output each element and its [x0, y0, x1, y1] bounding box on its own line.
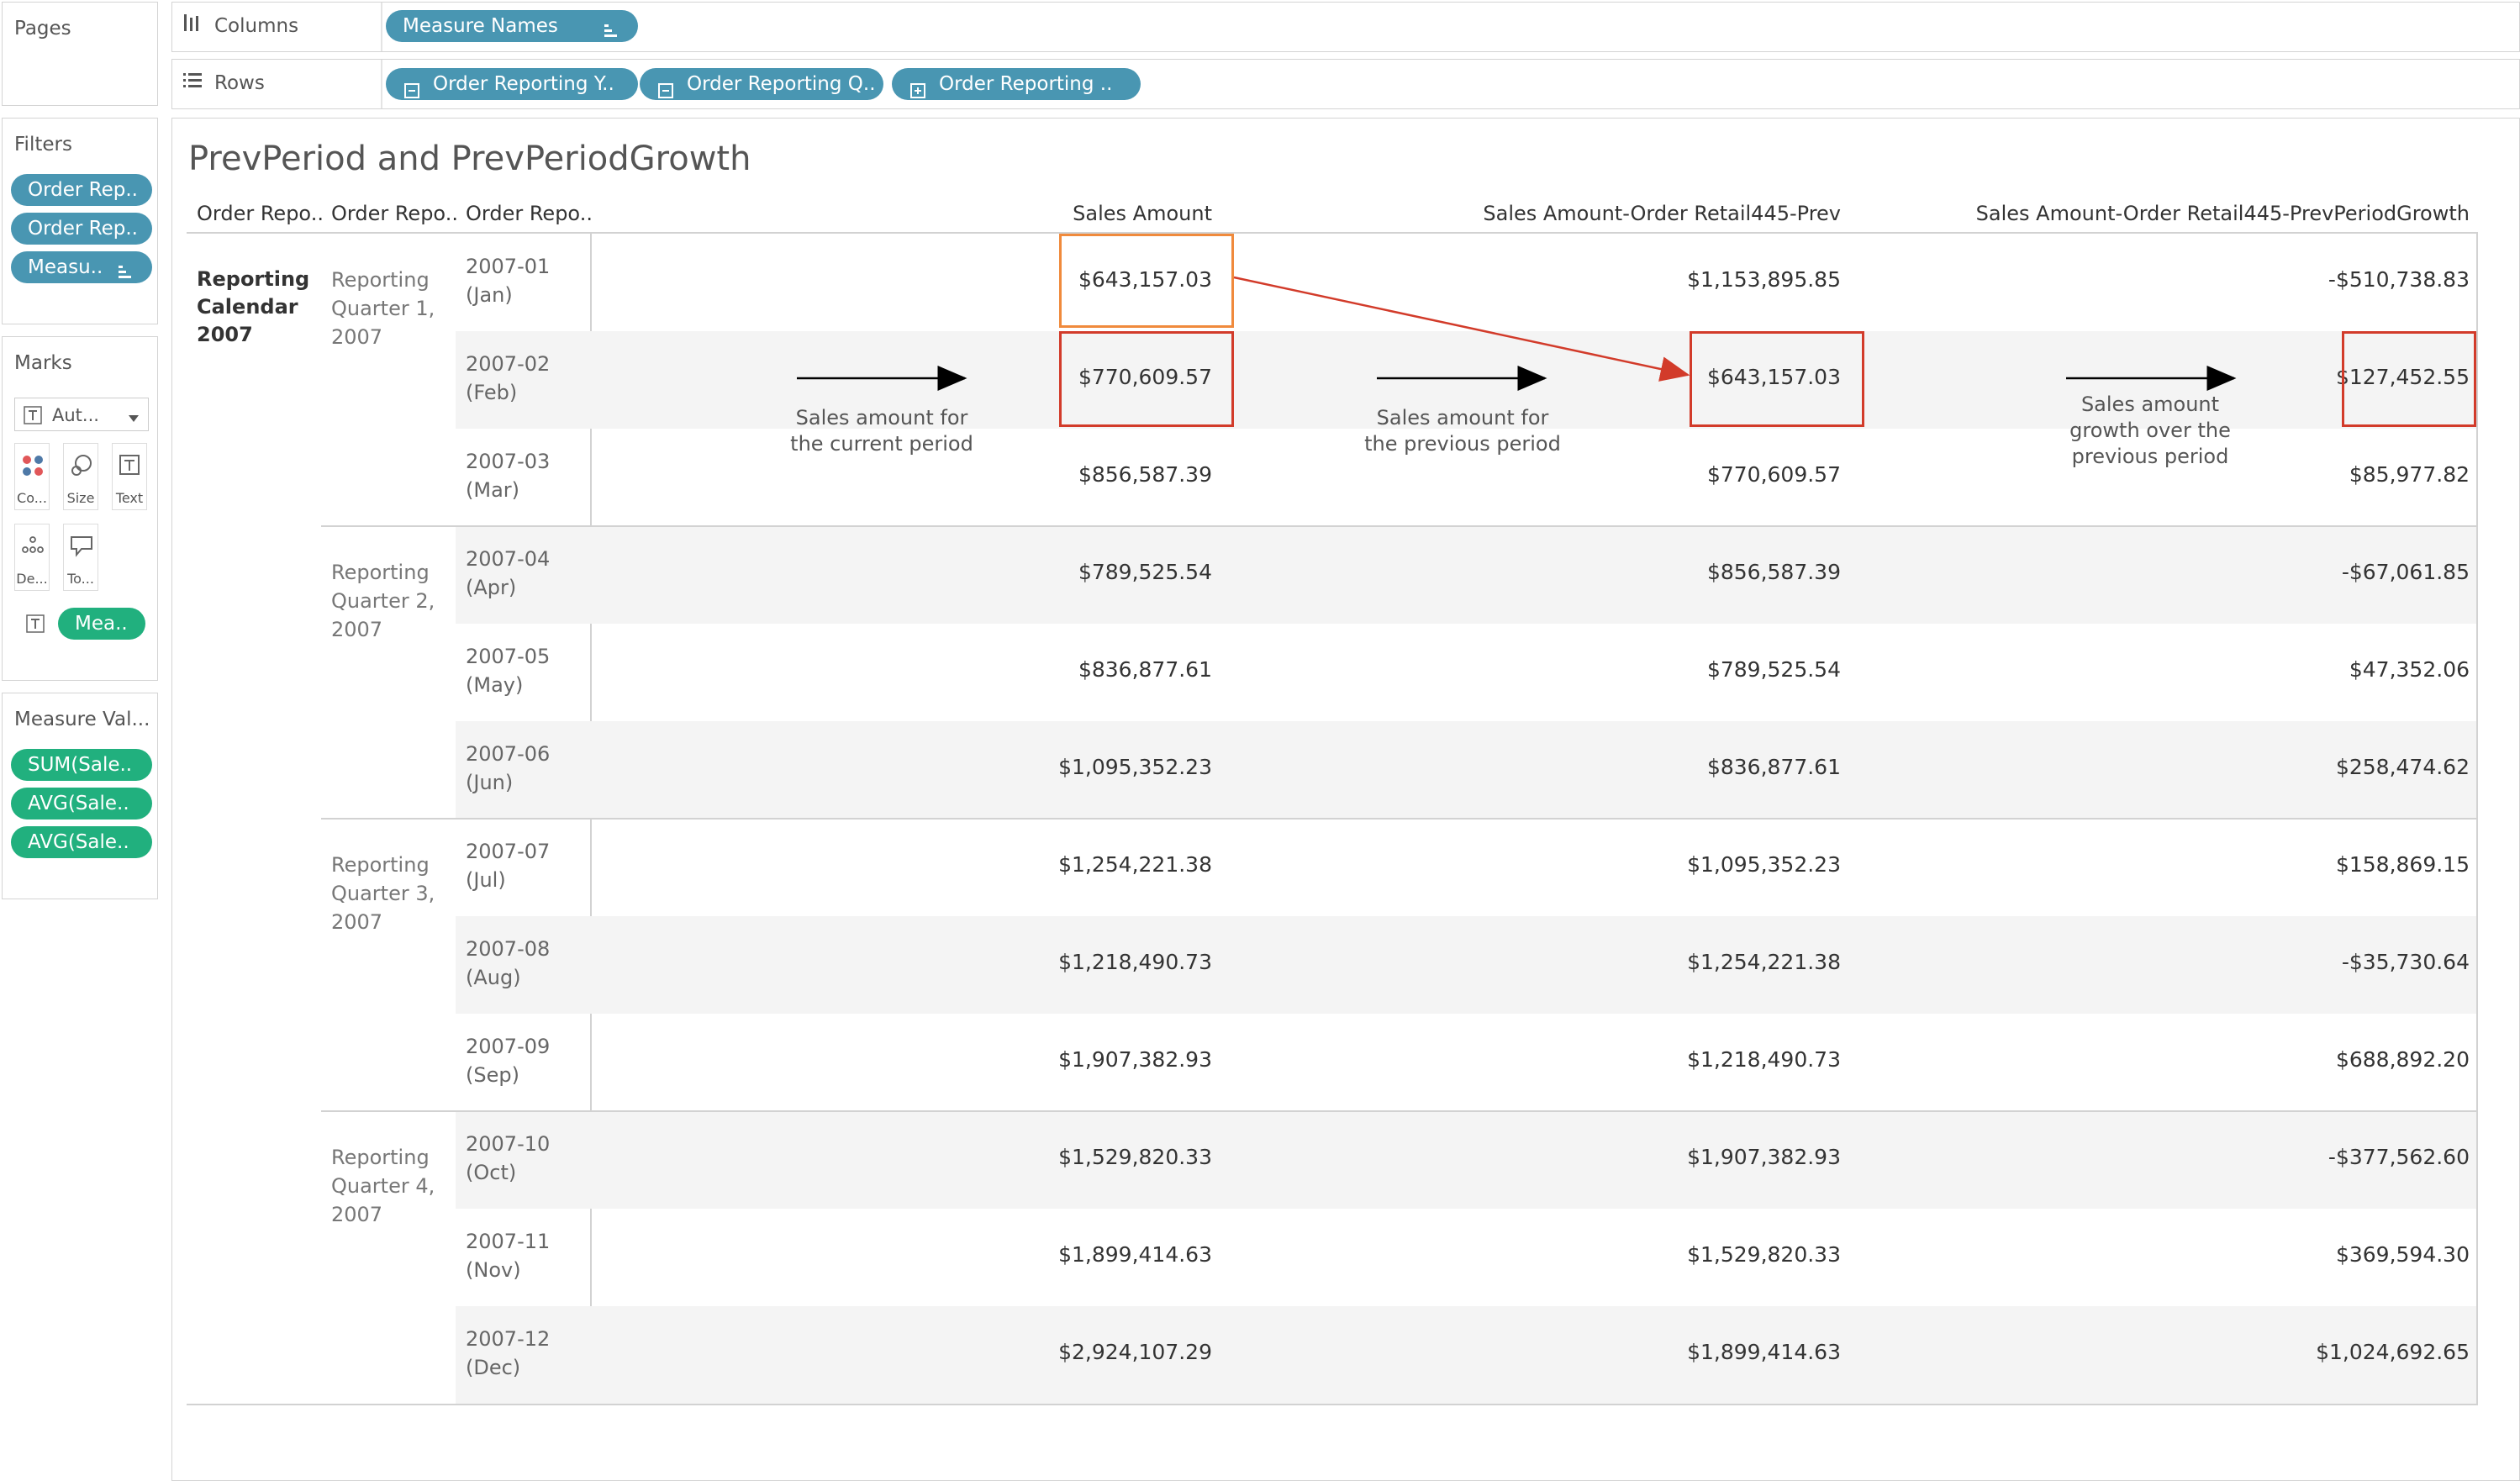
annotation-growth-line-2: growth over the [2069, 419, 2231, 442]
annotation-previous-line-2: the previous period [1364, 432, 1561, 456]
annotation-current-line-1: Sales amount for [795, 406, 968, 430]
annotation-current: Sales amount for the current period [772, 405, 992, 457]
annotation-growth-line-3: previous period [2071, 445, 2229, 468]
annotation-growth-line-1: Sales amount [2080, 393, 2220, 416]
annotation-growth: Sales amount growth over the previous pe… [2039, 392, 2261, 470]
annotation-arrows [797, 276, 2237, 391]
annotation-previous: Sales amount for the previous period [1352, 405, 1574, 457]
annotation-current-line-2: the current period [790, 432, 973, 456]
arrow-jan-to-prev [1233, 276, 1690, 382]
annotation-previous-line-1: Sales amount for [1376, 406, 1549, 430]
